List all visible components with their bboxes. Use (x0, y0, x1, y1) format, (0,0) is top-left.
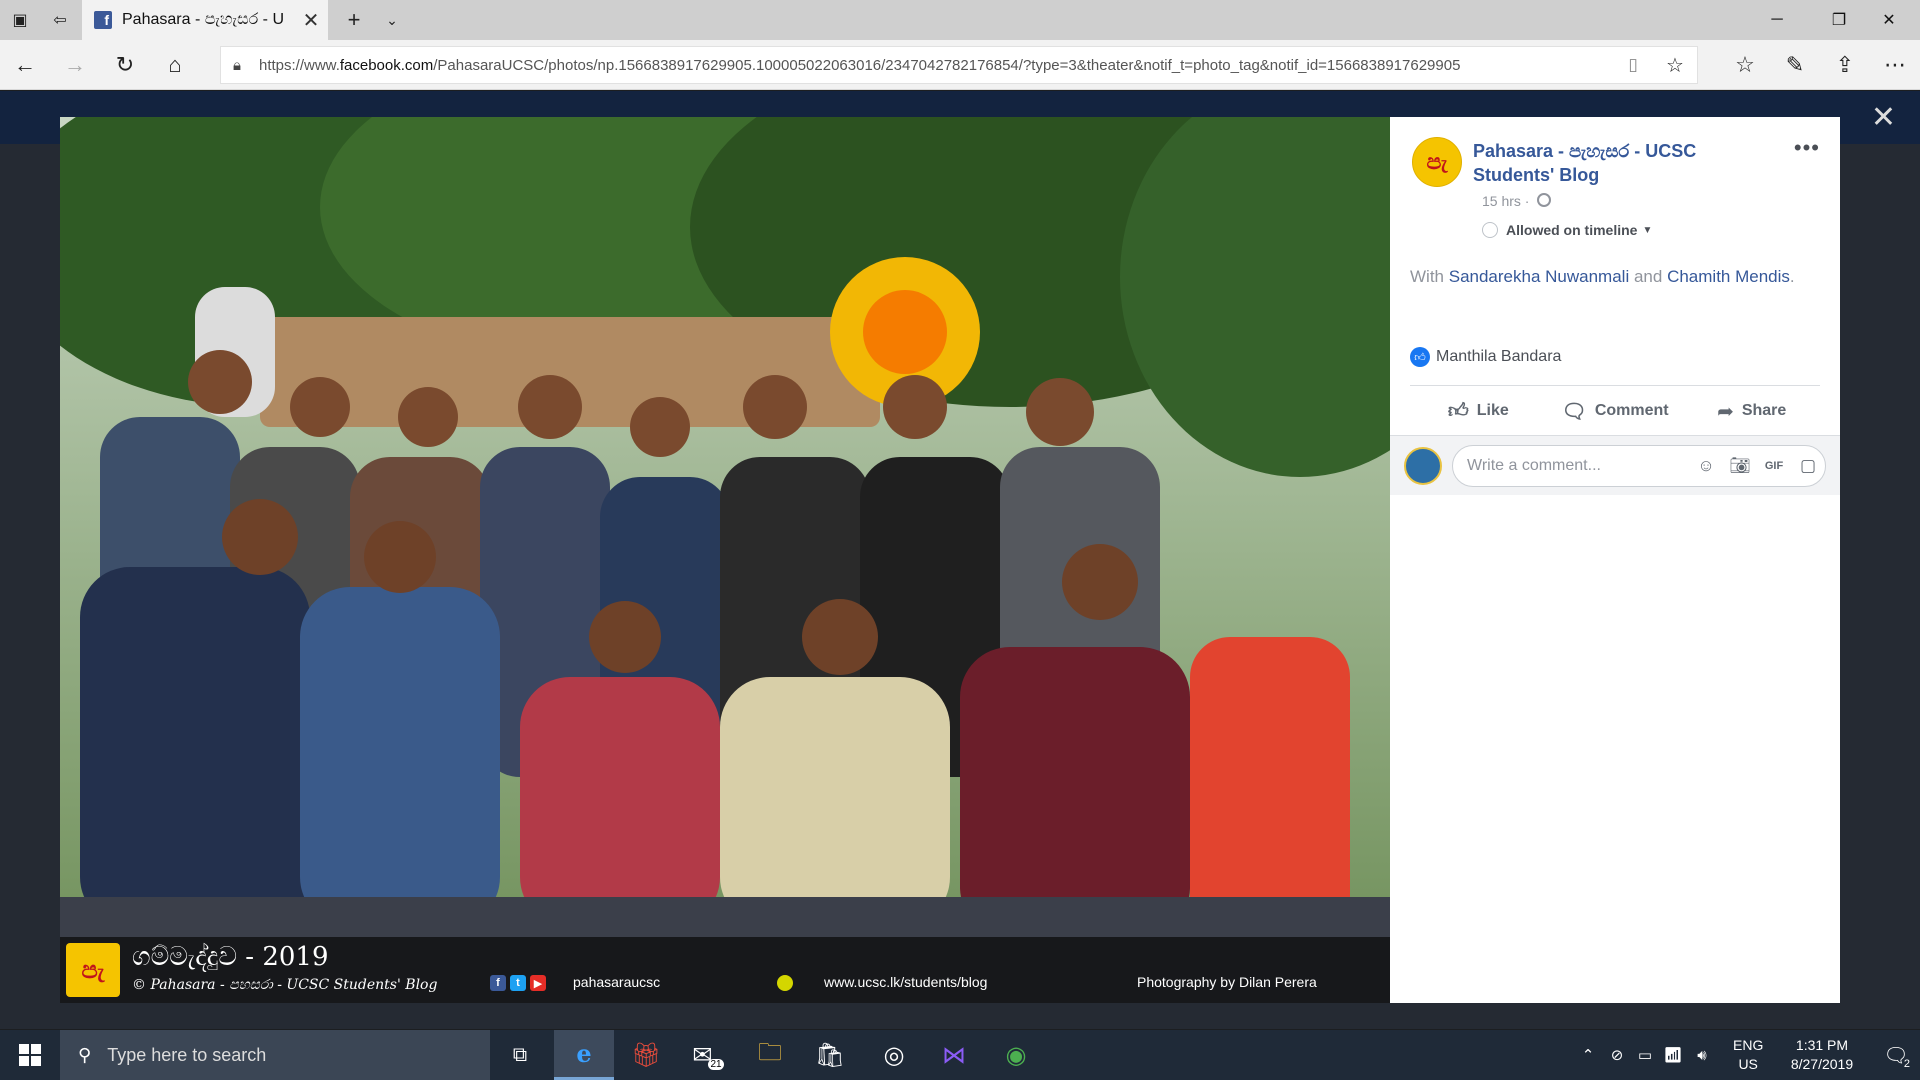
chrome-canary-icon[interactable]: ◉ (986, 1030, 1046, 1080)
comment-bubble-icon: 🗨︎ (1561, 400, 1587, 423)
post-actions: 👍︎ Like 🗨︎ Comment ➦ Share (1410, 387, 1820, 435)
battery-icon[interactable]: ▭ (1632, 1030, 1658, 1080)
website-globe-icon (777, 975, 793, 991)
timeline-radio-icon (1482, 222, 1498, 238)
gift-app-icon[interactable]: 🎁︎ (616, 1030, 676, 1080)
caption-copyright: © Pahasara - පහසරා - UCSC Students' Blog (132, 977, 438, 993)
task-view-icon[interactable]: ⧉ (490, 1030, 550, 1080)
website-text: www.ucsc.lk/students/blog (824, 974, 988, 990)
thumbs-up-icon: 👍︎ (1447, 400, 1469, 422)
theater-close-icon[interactable]: ✕ (1871, 100, 1896, 135)
sticker-icon[interactable]: ▢ (1791, 456, 1825, 476)
post-timestamp[interactable]: 15 hrs · (1482, 193, 1529, 209)
reactions-summary[interactable]: 👍︎ Manthila Bandara (1410, 347, 1561, 367)
window-close-icon[interactable]: ✕ (1858, 0, 1920, 40)
emoji-icon[interactable]: ☺ (1689, 456, 1723, 476)
tab-close-icon[interactable]: ✕ (294, 8, 328, 33)
language-indicator[interactable]: ENG US (1733, 1036, 1763, 1074)
back-icon[interactable]: ← (0, 40, 50, 90)
refresh-icon[interactable]: ↻ (100, 40, 150, 90)
photographer-credit: Photography by Dilan Perera (1137, 974, 1317, 990)
search-icon: ⚲ (78, 1044, 92, 1065)
share-icon[interactable]: ⇪ (1820, 40, 1870, 90)
timeline-option-label: Allowed on timeline (1506, 222, 1638, 238)
start-windows-icon[interactable] (0, 1030, 60, 1080)
tagged-user-link[interactable]: Chamith Mendis (1667, 267, 1790, 286)
tab-set-aside-icon[interactable]: ▣ (0, 0, 40, 40)
post-side-panel: පැ Pahasara - පැහැසර - UCSC Students' Bl… (1390, 117, 1840, 1003)
page-avatar[interactable]: පැ (1412, 137, 1462, 187)
notes-pen-icon[interactable]: ✎ (1770, 40, 1820, 90)
public-globe-icon (1537, 193, 1551, 207)
facebook-icon: f (490, 975, 506, 991)
home-icon[interactable]: ⌂ (150, 40, 200, 90)
tab-title: Pahasara - පැහැසර - U (122, 11, 285, 28)
search-placeholder: Type here to search (107, 1044, 267, 1065)
comment-button[interactable]: 🗨︎ Comment (1547, 387, 1684, 435)
windows-taskbar: ⚲ Type here to search ⧉ e 🎁︎ ✉ 21 🗀 🛍︎ ◎ … (0, 1030, 1920, 1080)
social-handle: pahasaraucsc (573, 974, 661, 990)
tray-chevron-icon[interactable]: ⌃ (1576, 1030, 1600, 1080)
lock-icon: 🔒︎ (233, 56, 241, 74)
divider (1410, 385, 1820, 386)
photo-caption-bar: පැ ගම්මැද්දුව - 2019 © Pahasara - පහසරා … (60, 937, 1390, 1003)
timeline-visibility-dropdown[interactable]: Allowed on timeline ▼ (1482, 222, 1652, 238)
tagged-user-link[interactable]: Sandarekha Nuwanmali (1449, 267, 1630, 286)
new-tab-icon[interactable]: + (334, 0, 374, 40)
taskbar-search[interactable]: ⚲ Type here to search (60, 1030, 490, 1080)
favorite-star-icon[interactable]: ☆ (1653, 53, 1697, 78)
forward-icon[interactable]: → (50, 40, 100, 90)
taskbar-clock[interactable]: 1:31 PM 8/27/2019 (1772, 1036, 1872, 1074)
post-photo[interactable]: පැ ගම්මැද්දුව - 2019 © Pahasara - පහසරා … (60, 117, 1390, 1003)
comment-placeholder: Write a comment... (1467, 457, 1601, 474)
minimize-icon[interactable]: ─ (1746, 0, 1808, 40)
network-warning-icon[interactable]: ⊘ (1604, 1030, 1630, 1080)
comment-input[interactable]: Write a comment... ☺ 📷︎ GIF ▢ (1452, 445, 1826, 487)
volume-icon[interactable]: 🔊︎ (1688, 1030, 1716, 1080)
browser-nav-bar: ← → ↻ ⌂ 🔒︎ https://www.facebook.com/Paha… (0, 40, 1920, 90)
caption-title: ගම්මැද්දුව - 2019 (132, 942, 329, 972)
like-button[interactable]: 👍︎ Like (1410, 387, 1547, 435)
page-name-link[interactable]: Pahasara - පැහැසර - UCSC Students' Blog (1473, 139, 1763, 187)
facebook-favicon-icon: f (94, 11, 112, 29)
store-icon[interactable]: 🛍︎ (800, 1030, 860, 1080)
gif-icon[interactable]: GIF (1757, 460, 1791, 472)
file-explorer-icon[interactable]: 🗀 (740, 1030, 800, 1080)
browser-tab-bar: ▣ ⇦ f Pahasara - පැහැසර - U ✕ + ⌄ ─ ❐ ✕ (0, 0, 1920, 40)
comment-composer: Write a comment... ☺ 📷︎ GIF ▢ (1390, 435, 1840, 495)
twitter-icon: t (510, 975, 526, 991)
youtube-icon: ▶ (530, 975, 546, 991)
media-player-icon[interactable]: ◎ (864, 1030, 924, 1080)
visual-studio-icon[interactable]: ⋈ (924, 1030, 984, 1080)
share-button[interactable]: ➦ Share (1683, 387, 1820, 435)
current-user-avatar[interactable] (1404, 447, 1442, 485)
browser-tab-facebook[interactable]: f Pahasara - පැහැසර - U ✕ (82, 0, 328, 40)
favorites-hub-icon[interactable]: ☆ (1720, 40, 1770, 90)
camera-icon[interactable]: 📷︎ (1723, 456, 1757, 476)
share-arrow-icon: ➦ (1717, 400, 1734, 423)
action-center-icon[interactable]: 🗨︎ 2 (1872, 1030, 1920, 1080)
pahasara-logo: පැ (66, 943, 120, 997)
address-bar[interactable]: 🔒︎ https://www.facebook.com/PahasaraUCSC… (220, 46, 1698, 84)
more-menu-icon[interactable]: ⋯ (1870, 40, 1920, 90)
tab-preview-icon[interactable]: ⇦ (40, 0, 80, 40)
reaction-user-name: Manthila Bandara (1436, 348, 1562, 365)
tab-list-chevron-icon[interactable]: ⌄ (372, 0, 412, 40)
wifi-icon[interactable]: 📶︎ (1660, 1030, 1686, 1080)
edge-browser-icon[interactable]: e (554, 1030, 614, 1080)
tagged-with-line: With Sandarekha Nuwanmali and Chamith Me… (1410, 267, 1795, 286)
photo-illustration (60, 117, 1390, 1003)
mail-icon[interactable]: ✉ 21 (678, 1030, 738, 1080)
caret-down-icon: ▼ (1642, 224, 1653, 236)
like-reaction-icon: 👍︎ (1410, 347, 1430, 367)
reading-view-icon[interactable]: ▯ (1613, 55, 1653, 75)
post-options-icon[interactable]: ••• (1794, 135, 1820, 161)
url-text: https://www.facebook.com/PahasaraUCSC/ph… (259, 56, 1461, 74)
